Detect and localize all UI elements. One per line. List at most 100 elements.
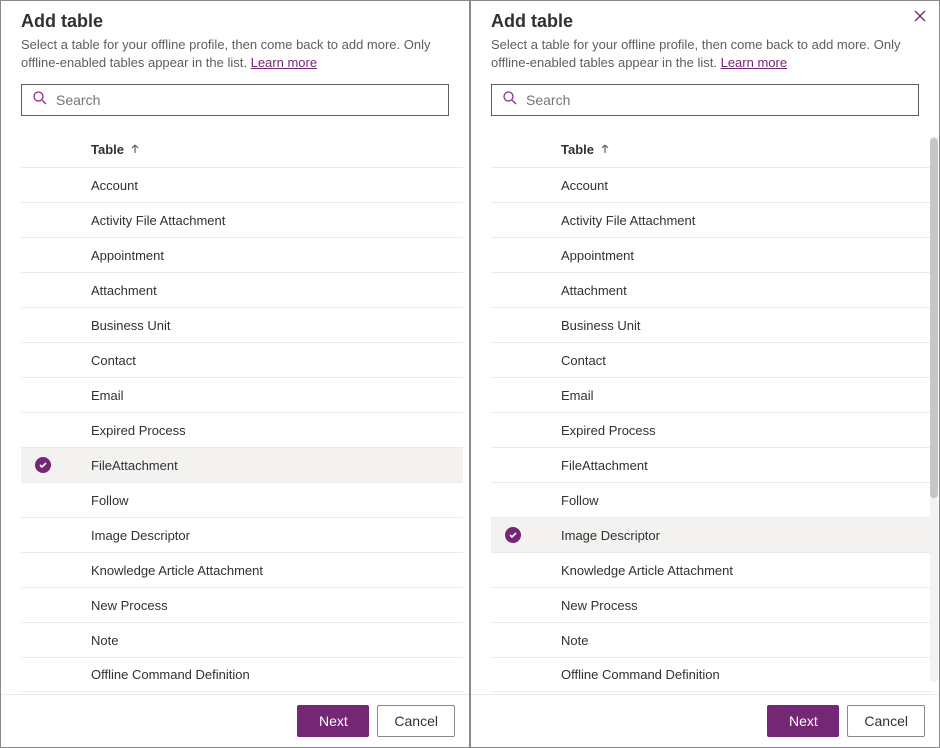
table-row-label: Knowledge Article Attachment [561,563,733,578]
cancel-button[interactable]: Cancel [377,705,455,737]
search-icon [32,90,48,111]
row-check-slot [35,457,91,473]
table-list: Table Account Activity File Attachment A… [1,124,469,694]
panel-title: Add table [491,11,919,32]
table-row-label: Expired Process [91,423,186,438]
table-row-label: FileAttachment [91,458,178,473]
table-row-label: Image Descriptor [561,528,660,543]
column-header[interactable]: Table [21,124,463,167]
table-row-label: Expired Process [561,423,656,438]
table-row-label: Follow [91,493,129,508]
learn-more-link[interactable]: Learn more [251,55,317,70]
table-row-label: Attachment [561,283,627,298]
table-row[interactable]: Attachment [491,272,933,307]
table-row[interactable]: New Process [21,587,463,622]
panel-header: Add table Select a table for your offlin… [1,1,469,78]
table-row-label: New Process [91,598,168,613]
table-row[interactable]: Note [491,622,933,657]
cancel-button[interactable]: Cancel [847,705,925,737]
row-check-slot [505,527,561,543]
table-row-label: FileAttachment [561,458,648,473]
table-row[interactable]: Image Descriptor [491,517,933,552]
panel-footer: Next Cancel [471,694,939,747]
table-row-label: Account [91,178,138,193]
search-box[interactable] [491,84,919,116]
table-row-label: Activity File Attachment [561,213,695,228]
table-row[interactable]: Follow [491,482,933,517]
table-row-label: Attachment [91,283,157,298]
search-input[interactable] [526,92,908,108]
table-row[interactable]: Expired Process [491,412,933,447]
search-wrap [1,78,469,124]
description-text: Select a table for your offline profile,… [491,37,900,70]
table-row[interactable]: Expired Process [21,412,463,447]
table-row[interactable]: Appointment [21,237,463,272]
learn-more-link[interactable]: Learn more [721,55,787,70]
table-row-label: Email [561,388,594,403]
add-table-panel-right: Add table Select a table for your offlin… [470,0,940,748]
table-row[interactable]: Knowledge Article Attachment [491,552,933,587]
table-row[interactable]: Follow [21,482,463,517]
table-row-label: Offline Command Definition [91,667,250,682]
table-row[interactable]: Offline Command Definition [21,657,463,692]
table-list: Table Account Activity File Attachment A… [471,124,939,694]
table-row[interactable]: Business Unit [21,307,463,342]
table-row[interactable]: Attachment [21,272,463,307]
table-row[interactable]: Business Unit [491,307,933,342]
panel-footer: Next Cancel [1,694,469,747]
table-row-label: Offline Command Definition [561,667,720,682]
next-button[interactable]: Next [767,705,839,737]
table-row[interactable]: FileAttachment [21,447,463,482]
table-row-label: Business Unit [91,318,170,333]
table-row[interactable]: Contact [491,342,933,377]
scrollbar-thumb[interactable] [930,138,938,498]
checkmark-icon [505,527,521,543]
table-row[interactable]: Contact [21,342,463,377]
table-row-label: Note [91,633,118,648]
table-row-label: Knowledge Article Attachment [91,563,263,578]
table-row[interactable]: Account [491,167,933,202]
table-row[interactable]: Activity File Attachment [491,202,933,237]
panel-description: Select a table for your offline profile,… [21,36,449,72]
column-header-label: Table [91,142,124,157]
next-button[interactable]: Next [297,705,369,737]
sort-asc-icon [600,142,610,157]
table-row[interactable]: Knowledge Article Attachment [21,552,463,587]
table-row[interactable]: FileAttachment [491,447,933,482]
table-row[interactable]: Appointment [491,237,933,272]
table-row-label: Activity File Attachment [91,213,225,228]
table-row-label: Account [561,178,608,193]
table-row[interactable]: Email [491,377,933,412]
checkmark-icon [35,457,51,473]
table-row-label: New Process [561,598,638,613]
panel-title: Add table [21,11,449,32]
table-row[interactable]: New Process [491,587,933,622]
table-row-label: Appointment [561,248,634,263]
table-row[interactable]: Email [21,377,463,412]
panel-header: Add table Select a table for your offlin… [471,1,939,78]
table-row[interactable]: Offline Command Definition [491,657,933,692]
scrollbar[interactable] [929,124,939,694]
sort-asc-icon [130,142,140,157]
table-row[interactable]: Activity File Attachment [21,202,463,237]
table-row-label: Email [91,388,124,403]
table-row[interactable]: Note [21,622,463,657]
add-table-panel-left: Add table Select a table for your offlin… [0,0,470,748]
table-row[interactable]: Account [21,167,463,202]
description-text: Select a table for your offline profile,… [21,37,430,70]
column-header[interactable]: Table [491,124,933,167]
close-icon[interactable] [913,9,929,25]
table-row-label: Image Descriptor [91,528,190,543]
panel-description: Select a table for your offline profile,… [491,36,919,72]
search-input[interactable] [56,92,438,108]
table-row-label: Note [561,633,588,648]
table-row-label: Business Unit [561,318,640,333]
table-row-label: Appointment [91,248,164,263]
search-icon [502,90,518,111]
table-row[interactable]: Image Descriptor [21,517,463,552]
table-row-label: Contact [91,353,136,368]
column-header-label: Table [561,142,594,157]
table-row-label: Follow [561,493,599,508]
search-wrap [471,78,939,124]
search-box[interactable] [21,84,449,116]
